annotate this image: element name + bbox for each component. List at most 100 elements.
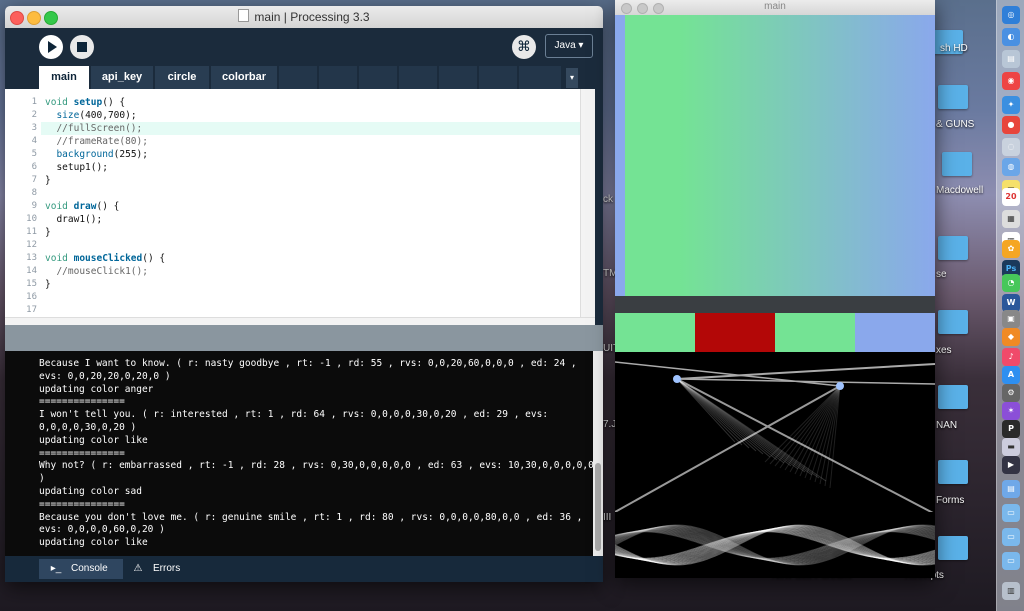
messages-icon[interactable]: ◔: [1002, 274, 1020, 292]
code-line: //fullScreen();: [45, 123, 143, 134]
color-bar: [855, 313, 935, 352]
desktop-label[interactable]: Forms: [936, 495, 964, 506]
sketch-wave-drawing: [615, 524, 935, 566]
line-number: 6: [31, 162, 37, 172]
sketch-node: [836, 382, 844, 390]
tab-circle[interactable]: circle: [155, 66, 209, 89]
tab-main[interactable]: main: [39, 66, 89, 89]
app-icon[interactable]: ▦: [1002, 210, 1020, 228]
sketch-color-bars: [615, 313, 935, 352]
tab-errors[interactable]: ⚠ Errors: [121, 559, 203, 579]
tab-menu-button[interactable]: ▾: [566, 68, 578, 88]
debugger-butterfly-icon[interactable]: ⌘: [512, 35, 536, 59]
console-scrollbar-thumb[interactable]: [595, 463, 601, 551]
sketch-wave: [615, 530, 935, 560]
editor-console-divider[interactable]: [5, 325, 603, 351]
sketch-title: main: [764, 1, 786, 12]
tab-empty: [359, 66, 397, 89]
compass-icon[interactable]: ✦: [1002, 96, 1020, 114]
app-icon[interactable]: ▤: [1002, 480, 1020, 498]
console-line: updating color like: [39, 537, 148, 549]
desktop-label[interactable]: Macdowell: [936, 185, 983, 196]
desktop-folder-icon[interactable]: [938, 460, 968, 484]
desktop-folder-icon[interactable]: [938, 385, 968, 409]
processing-icon[interactable]: P: [1002, 420, 1020, 438]
app-icon[interactable]: ◉: [1002, 72, 1020, 90]
desktop-label[interactable]: & GUNS: [936, 119, 974, 130]
sketch-titlebar[interactable]: main: [615, 0, 935, 15]
desktop-folder-icon[interactable]: [942, 152, 972, 176]
app-icon[interactable]: ▶: [1002, 456, 1020, 474]
ide-toolbar: ⌘ Java ▾: [5, 28, 603, 66]
sketch-wave: [615, 529, 935, 561]
desktop-label[interactable]: se: [936, 269, 947, 280]
code-line: setup1();: [45, 162, 108, 173]
line-number: 13: [26, 253, 37, 263]
safari-icon[interactable]: ◎: [1002, 6, 1020, 24]
desktop-label[interactable]: ck: [603, 194, 613, 205]
sketch-wave: [615, 528, 935, 562]
console-scrollbar[interactable]: [593, 351, 603, 556]
line-number: 3: [31, 123, 37, 133]
tab-colorbar[interactable]: colorbar: [211, 66, 277, 89]
desktop-folder-icon[interactable]: [938, 310, 968, 334]
app-icon[interactable]: ▬: [1002, 438, 1020, 456]
desktop-label[interactable]: III: [603, 512, 611, 523]
line-number: 16: [26, 292, 37, 302]
sketch-gradient-canvas[interactable]: [615, 15, 935, 296]
desktop-folder-icon[interactable]: [938, 236, 968, 260]
folder-icon[interactable]: ▭: [1002, 504, 1020, 522]
app-icon[interactable]: ✶: [1002, 402, 1020, 420]
console-tab-label: Console: [71, 563, 108, 574]
console-line: ===============: [39, 447, 125, 459]
ide-titlebar[interactable]: main | Processing 3.3: [5, 6, 603, 29]
music-icon[interactable]: ♪: [1002, 348, 1020, 366]
code-line: size(400,700);: [56, 110, 137, 121]
line-number: 2: [31, 110, 37, 120]
desktop-label[interactable]: sh HD: [940, 43, 968, 54]
app-icon[interactable]: ◍: [1002, 158, 1020, 176]
document-icon: [238, 9, 250, 22]
code-line: }: [45, 175, 51, 186]
calendar-icon[interactable]: 20: [1002, 188, 1020, 206]
line-number: 12: [26, 240, 37, 250]
console-line: ===============: [39, 396, 125, 408]
app-store-icon[interactable]: A: [1002, 366, 1020, 384]
app-icon[interactable]: ◆: [1002, 328, 1020, 346]
desktop-label[interactable]: NAN: [936, 420, 957, 431]
sketch-wave: [615, 530, 935, 560]
sketch-wave: [615, 529, 935, 561]
code-editor[interactable]: 123456789101112131415161718 void setup()…: [5, 89, 595, 317]
code-line: background(255);: [56, 149, 148, 160]
line-number: 5: [31, 149, 37, 159]
code-line: void mouseClicked() {: [45, 253, 166, 264]
code-line: }: [45, 279, 51, 290]
line-number: 9: [31, 201, 37, 211]
code-line: draw1();: [45, 214, 103, 225]
folder-icon[interactable]: ▭: [1002, 552, 1020, 570]
desktop-label[interactable]: xes: [936, 345, 952, 356]
tab-console[interactable]: ▸_ Console: [39, 559, 123, 579]
photos-icon[interactable]: ✿: [1002, 240, 1020, 258]
app-icon[interactable]: ⚙: [1002, 384, 1020, 402]
sketch-node: [673, 375, 681, 383]
run-button[interactable]: [39, 35, 63, 59]
folder-icon[interactable]: ▭: [1002, 528, 1020, 546]
console-icon: ▸_: [50, 563, 62, 574]
editor-vertical-scrollbar[interactable]: [580, 89, 595, 317]
console-line: Why not? ( r: embarrassed , rt: -1 , rd:…: [39, 460, 593, 472]
sketch-wave: [615, 528, 935, 562]
tab-api-key[interactable]: api_key: [91, 66, 153, 89]
app-icon[interactable]: ▤: [1002, 50, 1020, 68]
app-icon[interactable]: ▣: [1002, 310, 1020, 328]
gradient-left-strip: [615, 15, 625, 296]
app-icon[interactable]: ◐: [1002, 28, 1020, 46]
chrome-icon[interactable]: ●: [1002, 116, 1020, 134]
stop-button[interactable]: [70, 35, 94, 59]
mode-selector[interactable]: Java ▾: [545, 34, 593, 58]
desktop-folder-icon[interactable]: [938, 85, 968, 109]
desktop-folder-icon[interactable]: [938, 536, 968, 560]
trash-icon[interactable]: ▥: [1002, 582, 1020, 600]
app-icon[interactable]: ◌: [1002, 138, 1020, 156]
code-line: }: [45, 227, 51, 238]
